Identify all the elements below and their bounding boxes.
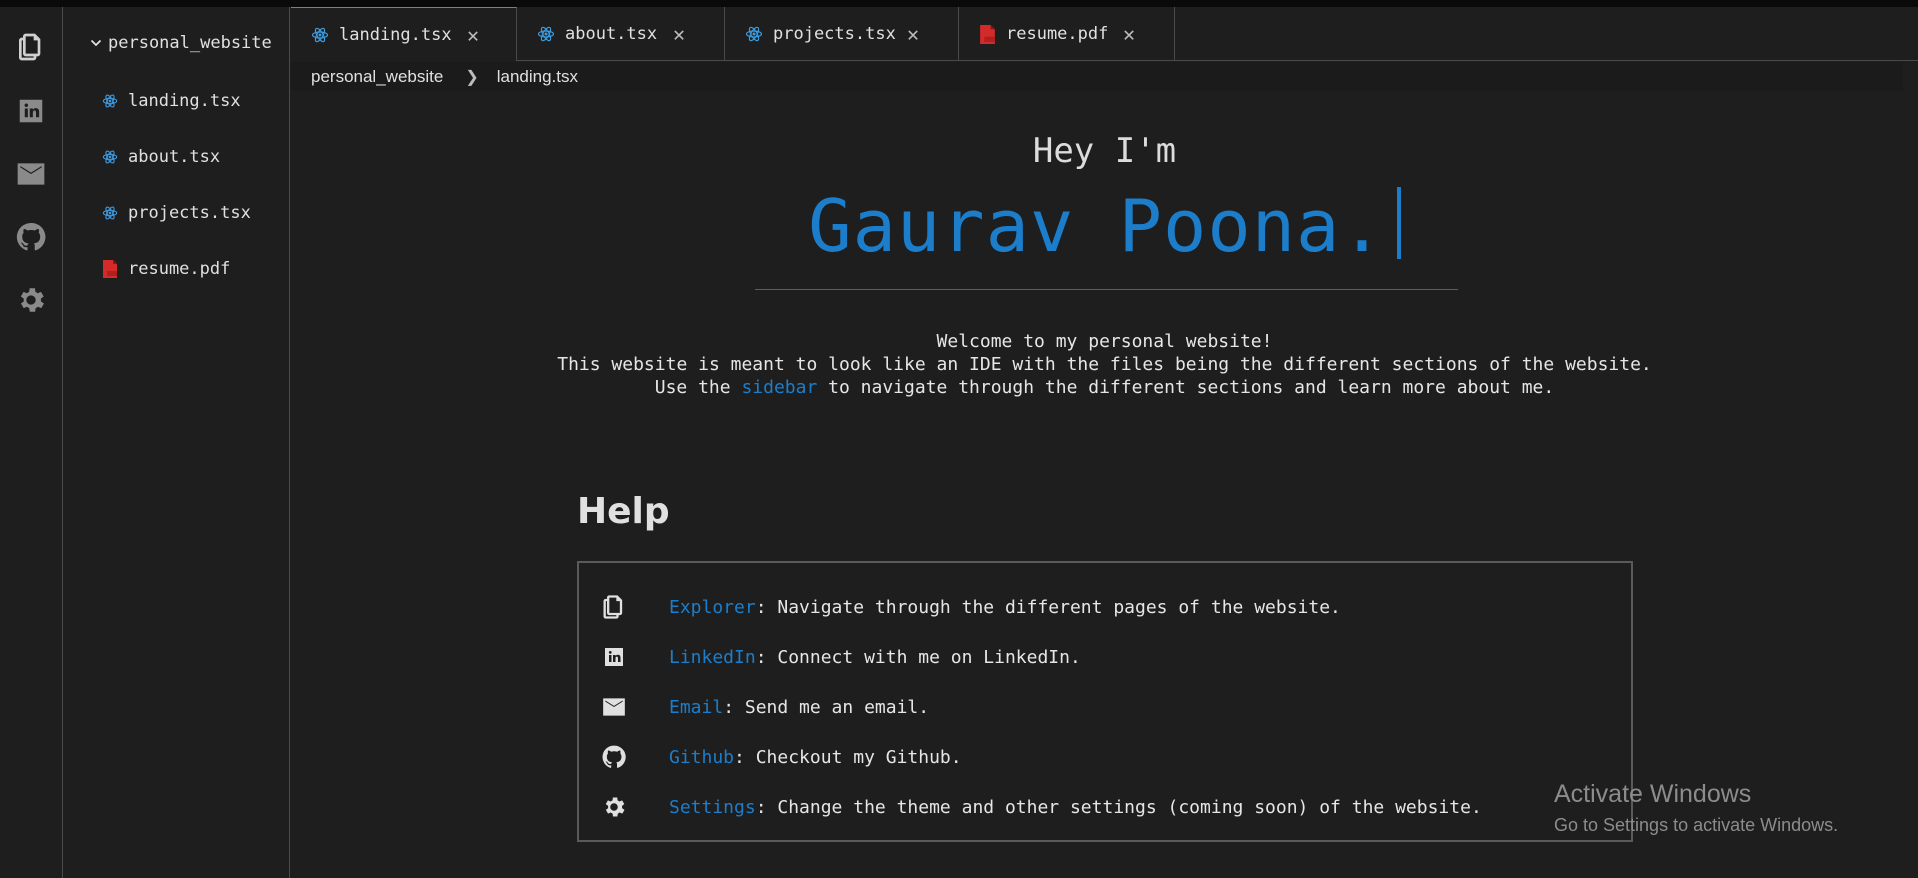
- help-item-github: Github: Checkout my Github.: [599, 737, 962, 777]
- help-item-explorer: Explorer: Navigate through the different…: [599, 587, 1341, 627]
- chevron-right-icon: ❯: [465, 68, 479, 86]
- help-text: : Connect with me on LinkedIn.: [755, 646, 1081, 668]
- watermark-subtitle: Go to Settings to activate Windows.: [1554, 815, 1839, 835]
- gear-icon[interactable]: [13, 282, 49, 318]
- help-item-email: Email: Send me an email.: [599, 687, 929, 727]
- tab-label: landing.tsx: [339, 24, 452, 45]
- breadcrumb-file[interactable]: landing.tsx: [497, 67, 578, 87]
- file-projects[interactable]: projects.tsx: [102, 203, 251, 223]
- tab-label: resume.pdf: [1006, 24, 1109, 44]
- file-landing[interactable]: landing.tsx: [102, 91, 241, 111]
- react-icon: [102, 150, 118, 164]
- react-icon: [537, 26, 555, 42]
- github-icon: [599, 742, 629, 772]
- hero-name-text: Gaurav Poona.: [808, 184, 1385, 268]
- help-item-settings: Settings: Change the theme and other set…: [599, 787, 1482, 827]
- help-label[interactable]: LinkedIn: [669, 647, 756, 668]
- mail-icon[interactable]: [13, 156, 49, 192]
- watermark-title: Activate Windows: [1554, 780, 1752, 808]
- gear-icon: [599, 792, 629, 822]
- help-label[interactable]: Settings: [669, 797, 756, 818]
- close-icon[interactable]: ✕: [1123, 22, 1135, 46]
- breadcrumb-folder[interactable]: personal_website: [311, 67, 443, 87]
- files-icon: [599, 592, 629, 622]
- linkedin-icon: [599, 642, 629, 672]
- pdf-icon: [103, 260, 117, 278]
- hero-divider: [755, 289, 1458, 290]
- tab-resume[interactable]: resume.pdf ✕: [959, 7, 1175, 61]
- file-resume[interactable]: resume.pdf: [102, 259, 230, 279]
- react-icon: [311, 27, 329, 42]
- file-label: resume.pdf: [128, 259, 231, 279]
- folder-label: personal_website: [108, 33, 272, 53]
- tab-landing[interactable]: landing.tsx ✕: [291, 7, 517, 61]
- help-text: : Change the theme and other settings (c…: [755, 796, 1482, 818]
- welcome-text: to navigate through the different sectio…: [828, 377, 1555, 398]
- help-item-linkedin: LinkedIn: Connect with me on LinkedIn.: [599, 637, 1081, 677]
- help-heading: Help: [577, 491, 670, 532]
- close-icon[interactable]: ✕: [467, 23, 479, 47]
- file-label: projects.tsx: [128, 203, 251, 223]
- help-text: : Navigate through the different pages o…: [755, 596, 1341, 618]
- typing-cursor: [1396, 187, 1401, 259]
- welcome-text: Use the: [654, 377, 731, 398]
- react-icon: [102, 206, 118, 220]
- react-icon: [745, 26, 763, 42]
- file-about[interactable]: about.tsx: [102, 147, 220, 167]
- welcome-line-1: Welcome to my personal website!: [936, 331, 1273, 352]
- tab-label: projects.tsx: [773, 24, 896, 44]
- chevron-down-icon: [90, 39, 102, 47]
- linkedin-icon[interactable]: [13, 93, 49, 129]
- activate-windows-watermark: Activate Windows Go to Settings to activ…: [1554, 780, 1838, 836]
- hero-name: Gaurav Poona.: [291, 184, 1918, 268]
- explorer-sidebar: personal_website landing.tsx about.tsx p…: [64, 7, 290, 878]
- help-panel: Explorer: Navigate through the different…: [577, 561, 1633, 842]
- activity-bar: [0, 7, 63, 878]
- hero-greeting: Hey I'm: [1032, 131, 1177, 171]
- file-label: landing.tsx: [128, 91, 241, 111]
- close-icon[interactable]: ✕: [673, 22, 685, 46]
- welcome-line-3: Use the sidebar to navigate through the …: [291, 377, 1918, 398]
- help-label[interactable]: Github: [669, 747, 734, 768]
- sidebar-link[interactable]: sidebar: [741, 377, 817, 398]
- tab-projects[interactable]: projects.tsx ✕: [725, 7, 959, 61]
- folder-personal-website[interactable]: personal_website: [90, 33, 272, 53]
- close-icon[interactable]: ✕: [907, 22, 919, 46]
- help-label[interactable]: Explorer: [669, 597, 756, 618]
- breadcrumb: personal_website ❯ landing.tsx: [291, 62, 1903, 91]
- editor-area: landing.tsx ✕ about.tsx ✕ projects.tsx ✕…: [291, 7, 1918, 878]
- react-icon: [102, 94, 118, 108]
- file-label: about.tsx: [128, 147, 221, 167]
- mail-icon: [599, 692, 629, 722]
- help-text: : Send me an email.: [723, 696, 930, 718]
- tab-label: about.tsx: [565, 24, 658, 44]
- pdf-icon: [980, 24, 995, 44]
- tab-about[interactable]: about.tsx ✕: [517, 7, 725, 61]
- tab-bar: landing.tsx ✕ about.tsx ✕ projects.tsx ✕…: [291, 7, 1918, 61]
- welcome-line-2: This website is meant to look like an ID…: [557, 354, 1652, 375]
- files-icon[interactable]: [13, 29, 49, 65]
- help-label[interactable]: Email: [669, 697, 723, 718]
- github-icon[interactable]: [13, 219, 49, 255]
- help-text: : Checkout my Github.: [734, 746, 962, 768]
- window-top-strip: [0, 0, 1918, 7]
